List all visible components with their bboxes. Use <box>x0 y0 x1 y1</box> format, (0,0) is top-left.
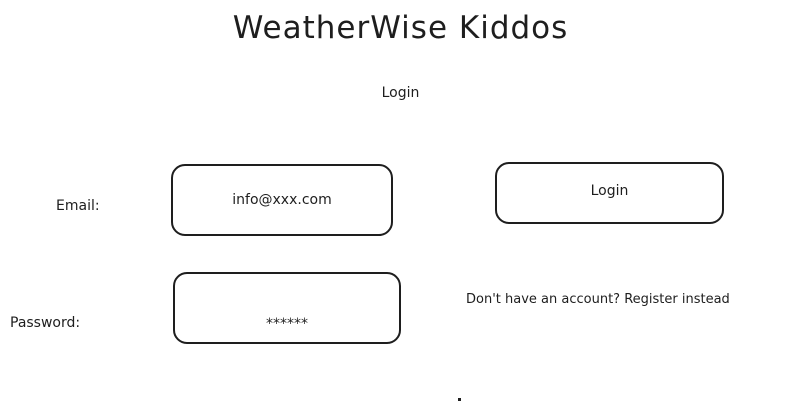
email-label: Email: <box>56 198 100 214</box>
email-field[interactable] <box>171 164 393 236</box>
login-button-label: Login <box>590 183 629 199</box>
register-link[interactable]: Don't have an account? Register instead <box>466 292 730 307</box>
decorative-dot <box>458 398 461 401</box>
page-subtitle: Login <box>381 85 420 101</box>
password-input[interactable]: ****** <box>197 316 377 332</box>
app-title: WeatherWise Kiddos <box>232 10 569 46</box>
email-input[interactable] <box>190 191 374 209</box>
password-label: Password: <box>10 315 81 331</box>
login-button[interactable]: Login <box>495 162 724 224</box>
password-field[interactable]: ****** <box>173 272 401 344</box>
